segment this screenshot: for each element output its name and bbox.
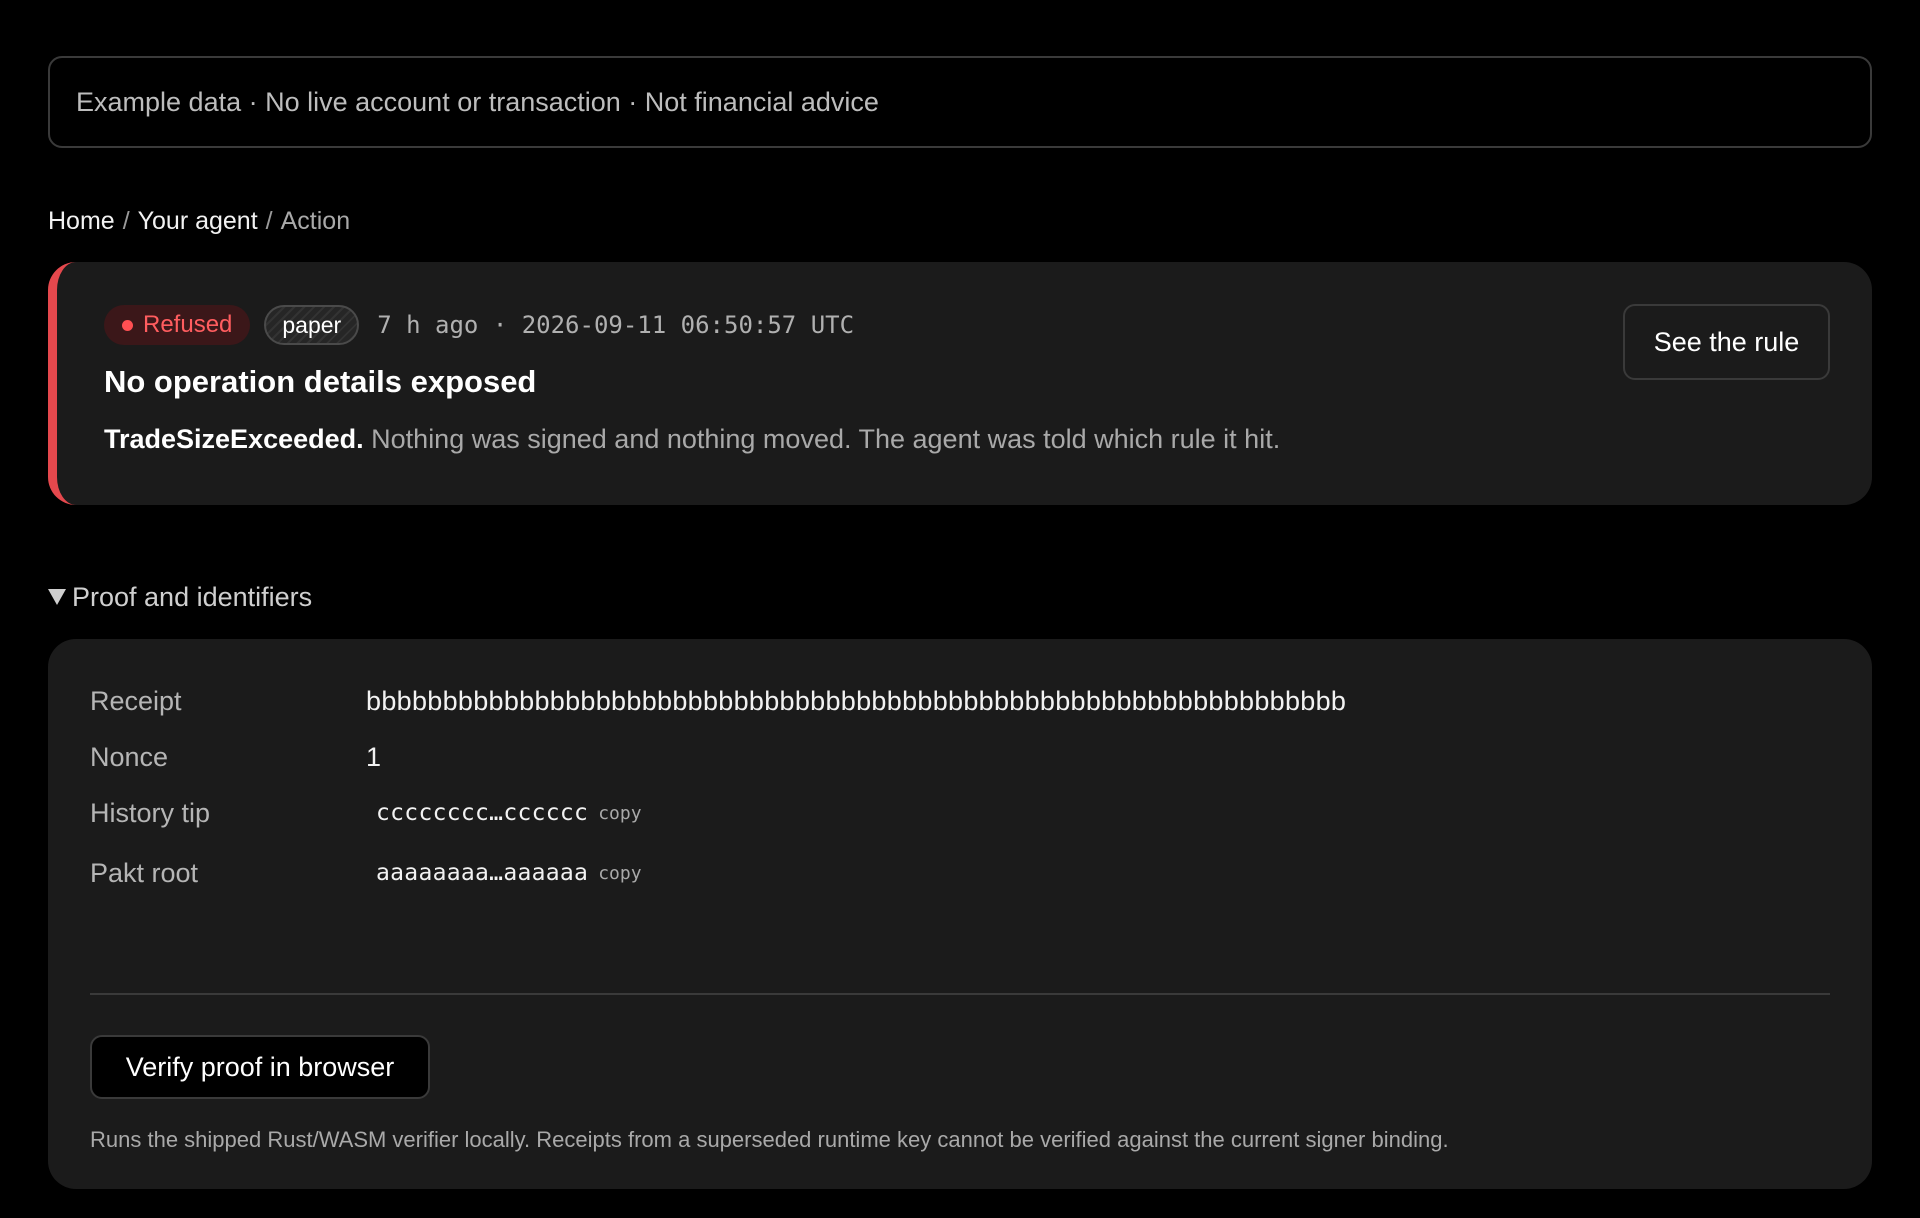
see-rule-button[interactable]: See the rule — [1623, 304, 1830, 380]
action-meta: Refused paper 7 h ago · 2026-09-11 06:50… — [104, 304, 1828, 346]
action-timestamp: 7 h ago · 2026-09-11 06:50:57 UTC — [377, 311, 855, 339]
proof-label: Pakt root — [90, 857, 199, 888]
mode-badge: paper — [264, 305, 360, 345]
receipt-value: bbbbbbbbbbbbbbbbbbbbbbbbbbbbbbbbbbbbbbbb… — [366, 685, 1347, 716]
proof-card: Receipt bbbbbbbbbbbbbbbbbbbbbbbbbbbbbbbb… — [48, 639, 1872, 1189]
action-card: Refused paper 7 h ago · 2026-09-11 06:50… — [48, 262, 1872, 505]
proof-row-history-tip: History tip cccccccc…cccccc copy — [90, 793, 1830, 833]
refusal-reason: TradeSizeExceeded. — [104, 424, 364, 454]
status-dot-icon — [122, 319, 133, 331]
history-tip-value: cccccccc…cccccc — [376, 800, 589, 826]
proof-row-pakt-root: Pakt root aaaaaaaa…aaaaaa copy — [90, 853, 1830, 893]
proof-summary-label: Proof and identifiers — [72, 581, 313, 612]
proof-label: Receipt — [90, 685, 182, 716]
breadcrumb-your-agent[interactable]: Your agent — [138, 207, 258, 236]
copy-pakt-root-button[interactable]: copy — [598, 863, 641, 884]
refusal-explanation: Nothing was signed and nothing moved. Th… — [371, 424, 1281, 454]
proof-row-receipt: Receipt bbbbbbbbbbbbbbbbbbbbbbbbbbbbbbbb… — [90, 681, 1830, 721]
divider — [90, 993, 1830, 995]
breadcrumb: Home / Your agent / Action — [48, 204, 1872, 238]
disclaimer-banner: Example data · No live account or transa… — [48, 56, 1872, 148]
verify-proof-button[interactable]: Verify proof in browser — [90, 1035, 430, 1099]
proof-label: Nonce — [90, 741, 169, 772]
proof-row-nonce: Nonce 1 — [90, 737, 1830, 777]
status-badge: Refused — [104, 305, 251, 345]
disclaimer-text: Example data · No live account or transa… — [76, 86, 879, 117]
action-description: TradeSizeExceeded. Nothing was signed an… — [104, 424, 1828, 455]
triangle-down-icon — [48, 589, 66, 605]
breadcrumb-separator: / — [122, 206, 130, 235]
proof-disclosure-toggle[interactable]: Proof and identifiers — [48, 577, 1872, 617]
nonce-value: 1 — [366, 741, 382, 772]
verify-note: Runs the shipped Rust/WASM verifier loca… — [90, 1127, 1449, 1152]
status-label: Refused — [143, 311, 233, 338]
pakt-root-value: aaaaaaaa…aaaaaa — [376, 860, 589, 886]
action-title: No operation details exposed — [104, 364, 537, 399]
page: Example data · No live account or transa… — [0, 0, 1920, 1218]
breadcrumb-home[interactable]: Home — [48, 207, 115, 236]
copy-history-tip-button[interactable]: copy — [598, 803, 641, 824]
breadcrumb-separator: / — [265, 206, 273, 235]
mode-label: paper — [282, 311, 342, 338]
breadcrumb-current: Action — [280, 206, 351, 235]
proof-label: History tip — [90, 797, 211, 828]
